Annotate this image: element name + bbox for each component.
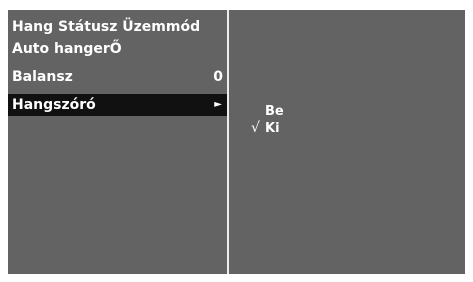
- option-on[interactable]: Be: [265, 104, 284, 120]
- option-label: Be: [265, 104, 284, 119]
- submenu-panel: Be √ Ki: [229, 10, 465, 274]
- check-mark-icon: √: [251, 120, 260, 136]
- osd-menu: Hang Státusz Üzemmód Auto hangerŐ Balans…: [8, 10, 465, 274]
- menu-item-label: Auto hangerŐ: [12, 41, 122, 57]
- menu-item-label: Hang Státusz Üzemmód: [12, 19, 201, 35]
- main-menu-panel: Hang Státusz Üzemmód Auto hangerŐ Balans…: [8, 10, 227, 274]
- menu-item-label: Hangszóró: [12, 97, 96, 113]
- menu-item-label: Balansz: [12, 69, 73, 85]
- option-off[interactable]: Ki: [265, 121, 280, 137]
- balance-value: 0: [213, 69, 223, 85]
- menu-item-sound-status-mode[interactable]: Hang Státusz Üzemmód: [8, 16, 227, 38]
- menu-item-auto-volume[interactable]: Auto hangerŐ: [8, 38, 227, 60]
- menu-item-speaker[interactable]: Hangszóró ►: [8, 94, 227, 116]
- arrow-right-icon: ►: [214, 99, 222, 110]
- menu-item-balance[interactable]: Balansz 0: [8, 66, 227, 88]
- option-label: Ki: [265, 121, 280, 136]
